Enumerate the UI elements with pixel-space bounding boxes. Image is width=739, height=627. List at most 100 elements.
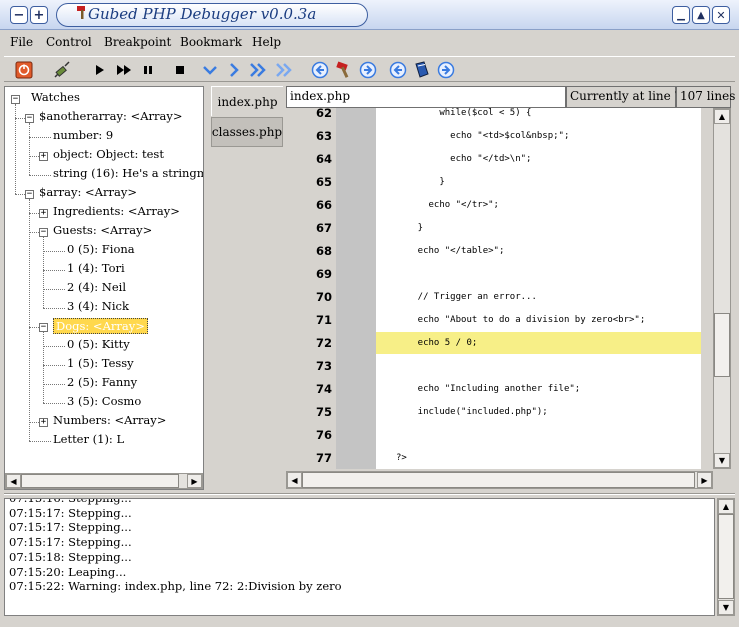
code-vscrollbar[interactable]: ▲ ▼ (713, 108, 731, 469)
minimize-icon: ▁ (677, 9, 685, 21)
pane-splitter[interactable] (4, 493, 735, 495)
tree-connector (43, 346, 65, 347)
maximize-button[interactable]: ▲ (692, 6, 710, 24)
scroll-up-button[interactable]: ▲ (718, 499, 734, 514)
line-number: 77 (315, 451, 332, 465)
scroll-left-button[interactable]: ◀ (287, 472, 302, 488)
scroll-right-button[interactable]: ▶ (697, 472, 712, 488)
line-count-status: 107 lines (676, 86, 735, 108)
collapse-toggle[interactable]: − (25, 114, 34, 123)
watch-item[interactable]: Guests: <Array> (53, 223, 152, 237)
watch-item[interactable]: number: 9 (53, 128, 113, 142)
scroll-up-button[interactable]: ▲ (714, 109, 730, 124)
prev-bookmark-button[interactable] (388, 60, 408, 80)
breakpoint-column[interactable] (336, 108, 376, 469)
close-button[interactable]: ✕ (712, 6, 730, 24)
log-line: 07:15:17: Stepping... (9, 505, 132, 520)
watch-item[interactable]: string (16): He's a stringman (53, 166, 203, 180)
collapse-toggle[interactable]: − (25, 190, 34, 199)
pause-button[interactable] (138, 60, 158, 80)
collapse-toggle[interactable]: − (39, 323, 48, 332)
tree-hscrollbar[interactable]: ◀ ▶ (5, 473, 203, 489)
watch-item[interactable]: $anotherarray: <Array> (39, 109, 183, 123)
step-down-button[interactable] (200, 60, 220, 80)
line-number: 73 (315, 359, 332, 373)
log-line: 07:15:22: Warning: index.php, line 72: 2… (9, 579, 342, 594)
arrow-right-icon: ▶ (701, 475, 708, 485)
watch-item-selected[interactable]: Dogs: <Array> (53, 318, 148, 334)
connect-icon (54, 61, 70, 78)
code-vscroll-thumb[interactable] (714, 313, 730, 377)
menu-control[interactable]: Control (46, 35, 92, 49)
watch-item[interactable]: 2 (4): Neil (67, 280, 126, 294)
step-over-button[interactable] (248, 60, 268, 80)
log-output[interactable]: 07:15:16: Stepping... 07:15:17: Stepping.… (4, 498, 715, 616)
minimize-button[interactable]: ▁ (672, 6, 690, 24)
forward-icon (359, 61, 377, 79)
toggle-breakpoint-button[interactable] (334, 60, 354, 80)
next-bookmark-button[interactable] (436, 60, 456, 80)
collapse-toggle[interactable]: − (11, 95, 20, 104)
scroll-down-button[interactable]: ▼ (718, 600, 734, 615)
watch-item[interactable]: 0 (5): Fiona (67, 242, 135, 256)
watch-item[interactable]: 0 (5): Kitty (67, 337, 130, 351)
expand-toggle[interactable]: + (39, 418, 48, 427)
code-hscrollbar[interactable]: ◀ ▶ (286, 471, 713, 489)
back-button[interactable] (310, 60, 330, 80)
menu-file[interactable]: File (10, 35, 33, 49)
watch-item[interactable]: $array: <Array> (39, 185, 137, 199)
watch-item[interactable]: 3 (5): Cosmo (67, 394, 141, 408)
scroll-down-button[interactable]: ▼ (714, 453, 730, 468)
current-line-status: Currently at line 72 (566, 86, 690, 108)
line-number: 67 (315, 221, 332, 235)
window-menu-button[interactable]: − (10, 6, 28, 24)
log-vscrollbar[interactable]: ▲ ▼ (717, 498, 735, 616)
halt-button[interactable] (170, 60, 190, 80)
window-shade-button[interactable]: + (30, 6, 48, 24)
collapse-toggle[interactable]: − (39, 228, 48, 237)
tab-classes-php[interactable]: classes.php (211, 117, 283, 147)
menu-help[interactable]: Help (252, 35, 281, 49)
back-icon (311, 61, 329, 79)
stop-button[interactable] (14, 60, 34, 80)
run-button[interactable] (90, 60, 110, 80)
tab-label: index.php (217, 94, 278, 109)
watch-item[interactable]: 1 (5): Tessy (67, 356, 134, 370)
scroll-right-button[interactable]: ▶ (187, 474, 202, 488)
code-hscroll-thumb[interactable] (302, 472, 695, 488)
watch-item[interactable]: Numbers: <Array> (53, 413, 166, 427)
expand-toggle[interactable]: + (39, 209, 48, 218)
menu-breakpoint[interactable]: Breakpoint (104, 35, 171, 49)
code-line: echo "Including another file"; (396, 384, 581, 394)
tree-guide (43, 237, 44, 308)
step-button[interactable] (224, 60, 244, 80)
filename-field[interactable]: index.php (286, 86, 566, 108)
watch-item[interactable]: 3 (4): Nick (67, 299, 129, 313)
forward-button[interactable] (358, 60, 378, 80)
expand-toggle[interactable]: + (39, 152, 48, 161)
title-bar[interactable]: − + Gubed PHP Debugger v0.0.3a ▁ ▲ ✕ (0, 0, 739, 30)
line-number: 65 (315, 175, 332, 189)
watches-tree[interactable]: − Watches − $anotherarray: <Array> number: 9… (4, 86, 204, 490)
arrow-down-icon: ▼ (718, 456, 726, 465)
tree-hscroll-thumb[interactable] (21, 474, 179, 488)
log-vscroll-thumb[interactable] (718, 514, 734, 599)
run-fast-button[interactable] (114, 60, 134, 80)
step-out-button[interactable] (274, 60, 294, 80)
watch-item[interactable]: Letter (1): L (53, 432, 124, 446)
watch-item[interactable]: Ingredients: <Array> (53, 204, 180, 218)
connect-button[interactable] (52, 60, 72, 80)
watch-item[interactable]: 2 (5): Fanny (67, 375, 137, 389)
scroll-left-button[interactable]: ◀ (6, 474, 21, 488)
tab-index-php[interactable]: index.php (211, 86, 283, 116)
code-view[interactable]: while($col < 5) { echo "<td>$col&nbsp;";… (376, 108, 701, 469)
watch-item[interactable]: 1 (4): Tori (67, 261, 125, 275)
menu-bookmark[interactable]: Bookmark (180, 35, 242, 49)
prev-bookmark-icon (389, 61, 407, 79)
bookmark-button[interactable] (412, 60, 432, 80)
code-line: while($col < 5) { (396, 108, 532, 118)
next-bookmark-icon (437, 61, 455, 79)
watch-item[interactable]: object: Object: test (53, 147, 164, 161)
pause-icon (144, 66, 152, 74)
code-line: echo 5 / 0; (396, 338, 478, 348)
